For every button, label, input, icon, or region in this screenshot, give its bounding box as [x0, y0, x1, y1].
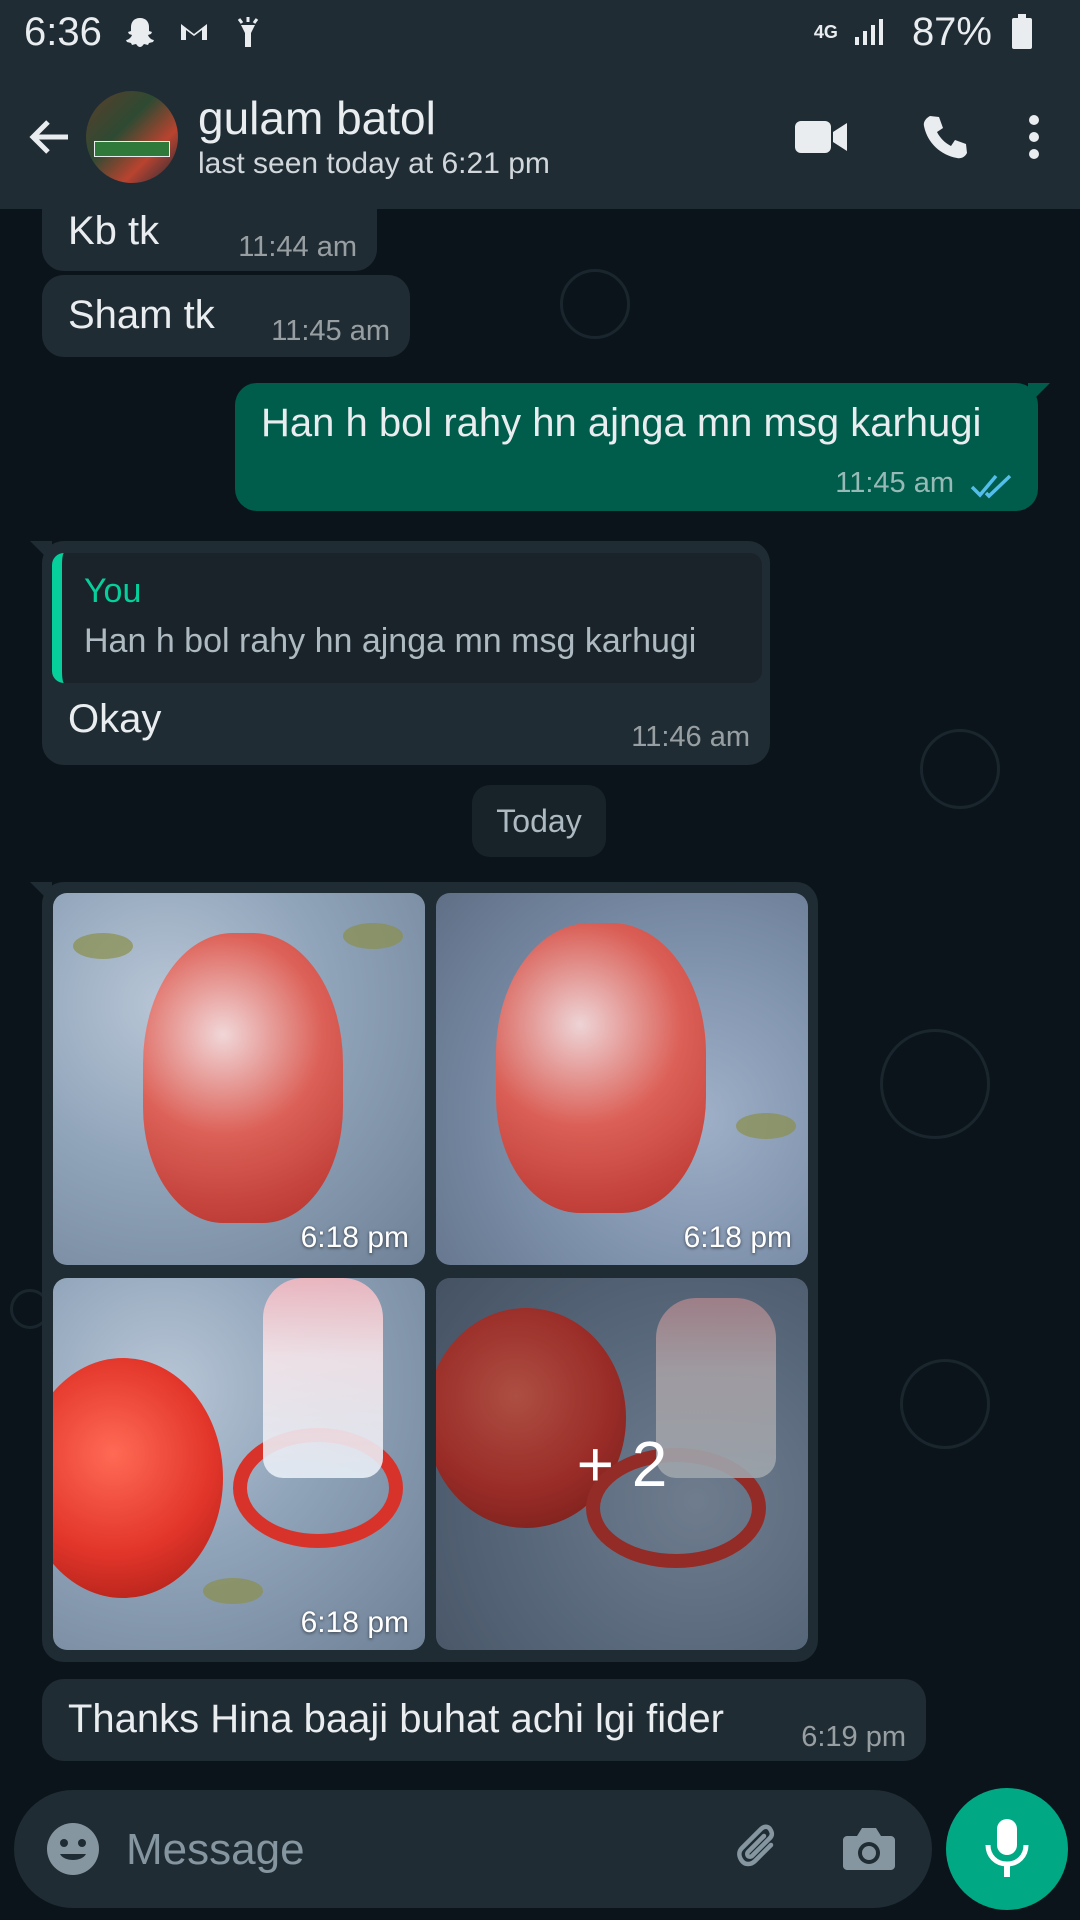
message-bubble-outgoing[interactable]: Han h bol rahy hn ajnga mn msg karhugi 1… [235, 383, 1050, 511]
message-bubble-incoming[interactable]: Kb tk 11:44 am [42, 209, 377, 271]
bubble-tail [30, 882, 52, 904]
message-time: 11:46 am [631, 721, 750, 753]
quoted-message[interactable]: You Han h bol rahy hn ajnga mn msg karhu… [52, 553, 762, 683]
photo-time: 6:18 pm [300, 1606, 409, 1639]
message-time: 11:45 am [271, 315, 390, 347]
attach-icon[interactable] [724, 1814, 794, 1884]
wallpaper-doodle [900, 1359, 990, 1449]
network-type: 4G [813, 22, 838, 42]
gmail-icon [174, 12, 214, 52]
photo-subject [263, 1278, 383, 1478]
more-photos-count: + 2 [576, 1428, 668, 1500]
composer-bar [0, 1780, 1080, 1920]
chat-area[interactable]: Kb tk 11:44 am Sham tk 11:45 am Han h bo… [0, 209, 1080, 1780]
message-bubble-reply[interactable]: You Han h bol rahy hn ajnga mn msg karhu… [30, 541, 770, 765]
media-group-bubble[interactable]: 6:18 pm 6:18 pm 6:18 pm + 2 [30, 882, 818, 1662]
status-bar: 6:36 4G 87% [0, 0, 1080, 64]
voice-call-icon[interactable] [900, 92, 990, 182]
wallpaper-doodle [880, 1029, 990, 1139]
message-text: Okay [68, 697, 162, 741]
flashlight-icon [228, 12, 268, 52]
photo-detail [203, 1578, 263, 1604]
battery-icon [1002, 12, 1042, 52]
back-arrow-icon[interactable] [14, 102, 84, 172]
camera-icon[interactable] [834, 1814, 904, 1884]
photo-thumbnail[interactable]: 6:18 pm [53, 1278, 425, 1650]
wallpaper-doodle [560, 269, 630, 339]
message-bubble-incoming[interactable]: Sham tk 11:45 am [42, 275, 410, 357]
photo-time: 6:18 pm [683, 1221, 792, 1254]
emoji-icon[interactable] [38, 1814, 108, 1884]
mic-icon[interactable] [946, 1788, 1068, 1910]
video-call-icon[interactable] [776, 92, 866, 182]
message-input[interactable] [126, 1820, 686, 1880]
message-time: 11:45 am [835, 467, 954, 499]
message-bubble-incoming[interactable]: Thanks Hina baaji buhat achi lgi fider 6… [42, 1679, 926, 1761]
quote-author: You [84, 572, 142, 610]
message-composer [14, 1790, 932, 1908]
message-time: 11:44 am [238, 231, 357, 263]
contact-name: gulam batol [198, 91, 436, 144]
status-time: 6:36 [24, 9, 102, 54]
photo-detail [736, 1113, 796, 1139]
signal-icon [848, 12, 888, 52]
wallpaper-doodle [920, 729, 1000, 809]
read-receipt-icon [970, 463, 1016, 511]
photo-detail [73, 933, 133, 959]
message-text: Han h bol rahy hn ajnga mn msg karhugi [261, 401, 982, 445]
bubble-tail [1028, 383, 1050, 405]
more-photos-thumbnail[interactable]: + 2 [436, 1278, 808, 1650]
photo-subject [143, 933, 343, 1223]
quote-text: Han h bol rahy hn ajnga mn msg karhugi [84, 622, 697, 660]
avatar[interactable] [86, 90, 178, 183]
photo-thumbnail[interactable]: 6:18 pm [53, 893, 425, 1265]
message-text: Thanks Hina baaji buhat achi lgi fider [68, 1697, 724, 1741]
snapchat-icon [120, 12, 160, 52]
contact-info[interactable]: gulam batol last seen today at 6:21 pm [198, 91, 776, 183]
photo-thumbnail[interactable]: 6:18 pm [436, 893, 808, 1265]
bubble-tail [30, 541, 52, 563]
chat-header: gulam batol last seen today at 6:21 pm [0, 64, 1080, 209]
battery-percent: 87% [911, 9, 992, 54]
photo-subject [496, 923, 706, 1213]
date-divider: Today [472, 785, 606, 857]
message-time: 6:19 pm [801, 1721, 906, 1753]
photo-detail [343, 923, 403, 949]
message-text: Kb tk [68, 209, 160, 253]
last-seen-status: last seen today at 6:21 pm [198, 146, 550, 180]
more-options-icon[interactable] [1002, 92, 1066, 182]
photo-time: 6:18 pm [300, 1221, 409, 1254]
message-text: Sham tk [68, 293, 215, 337]
